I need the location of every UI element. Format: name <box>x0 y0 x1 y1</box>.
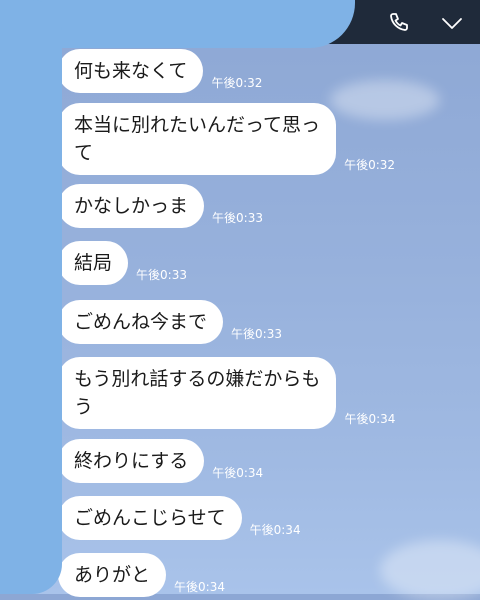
message-text: ごめんね今まで <box>74 311 208 333</box>
message-time: 午後0:32 <box>344 158 396 172</box>
message-row: もう別れ話するの嫌だからも う 午後0:34 <box>58 357 395 429</box>
message-time: 午後0:33 <box>136 268 187 282</box>
message-time: 午後0:32 <box>211 76 263 90</box>
message-row: ごめんこじらせて 午後0:34 <box>58 496 301 540</box>
message-row: 何も来なくて 午後0:32 <box>58 49 262 93</box>
message-text: 終わりにする <box>74 450 189 472</box>
message-time: 午後0:34 <box>249 523 301 537</box>
message-text: ありがと <box>74 564 151 586</box>
message-time: 午後0:33 <box>231 327 282 341</box>
message-bubble[interactable]: かなしかっま <box>58 184 205 228</box>
message-text: 本当に別れたいんだって思っ て <box>74 114 321 164</box>
message-list[interactable]: 何も来なくて 午後0:32 本当に別れたいんだって思っ て 午後0:32 かなし… <box>0 0 480 597</box>
message-time: 午後0:34 <box>344 412 396 426</box>
message-time: 午後0:34 <box>174 580 225 594</box>
message-text: 結局 <box>74 252 113 274</box>
message-text: もう別れ話するの嫌だからも う <box>74 368 321 418</box>
message-bubble[interactable]: もう別れ話するの嫌だからも う <box>58 357 337 429</box>
message-row: ごめんね今まで 午後0:33 <box>58 300 282 344</box>
message-time: 午後0:34 <box>212 466 264 480</box>
message-row: ありがと 午後0:34 <box>58 553 225 597</box>
privacy-censor-overlay <box>0 0 62 594</box>
message-row: 結局 午後0:33 <box>58 241 187 285</box>
message-bubble[interactable]: ありがと <box>58 553 167 597</box>
message-bubble[interactable]: ごめんね今まで <box>58 300 224 344</box>
message-row: 終わりにする 午後0:34 <box>58 439 263 483</box>
message-text: 何も来なくて <box>74 60 188 82</box>
message-text: ごめんこじらせて <box>74 507 226 529</box>
message-text: かなしかっま <box>74 195 189 217</box>
message-bubble[interactable]: 何も来なくて <box>58 49 204 93</box>
message-bubble[interactable]: 結局 <box>58 241 129 285</box>
message-time: 午後0:33 <box>212 211 263 225</box>
message-bubble[interactable]: ごめんこじらせて <box>58 496 242 540</box>
message-row: 本当に別れたいんだって思っ て 午後0:32 <box>58 103 395 175</box>
message-bubble[interactable]: 終わりにする <box>58 439 205 483</box>
message-row: かなしかっま 午後0:33 <box>58 184 263 228</box>
message-bubble[interactable]: 本当に別れたいんだって思っ て <box>58 103 337 175</box>
